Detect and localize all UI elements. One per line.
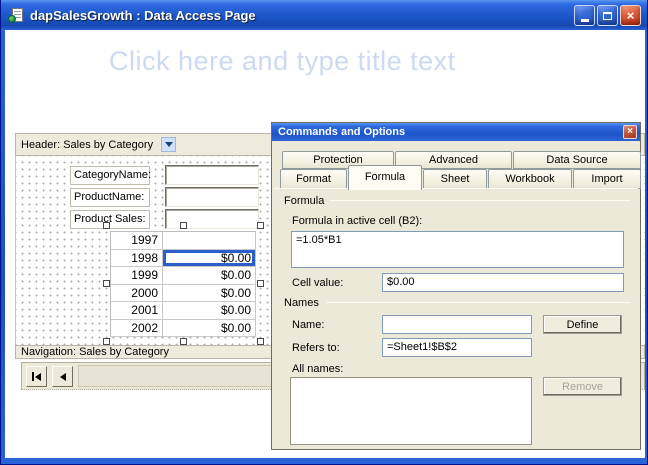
productname-input[interactable] xyxy=(165,187,259,207)
tab-workbook[interactable]: Workbook xyxy=(488,169,572,189)
grid-cell-year[interactable]: 2000 xyxy=(111,285,163,303)
window-title: dapSalesGrowth : Data Access Page xyxy=(30,8,256,23)
grid-cell-value[interactable]: $0.00 xyxy=(163,267,256,285)
spreadsheet-grid: 1997 1998 $0.00 1999 $0.00 2000 $0.00 20… xyxy=(110,231,256,337)
remove-button[interactable]: Remove xyxy=(543,377,622,396)
grid-cell-year[interactable]: 1997 xyxy=(111,232,163,250)
grid-active-cell[interactable]: $0.00 xyxy=(163,250,256,268)
window-titlebar[interactable]: dapSalesGrowth : Data Access Page × xyxy=(1,0,648,30)
cell-value-input[interactable]: $0.00 xyxy=(382,273,624,292)
all-names-label: All names: xyxy=(292,363,343,375)
grid-cell-value[interactable]: $0.00 xyxy=(163,302,256,320)
cell-value-label: Cell value: xyxy=(292,277,343,289)
tab-import[interactable]: Import xyxy=(573,169,641,189)
tab-format[interactable]: Format xyxy=(280,169,347,189)
refers-to-label: Refers to: xyxy=(292,342,340,354)
selection-handle[interactable] xyxy=(103,280,110,287)
names-group-label: Names xyxy=(284,297,319,309)
grid-cell-year[interactable]: 1998 xyxy=(111,250,163,268)
tab-sheet[interactable]: Sheet xyxy=(423,169,487,189)
selection-handle[interactable] xyxy=(180,338,187,345)
grid-cell-year[interactable]: 1999 xyxy=(111,267,163,285)
productsales-label[interactable]: Product Sales: xyxy=(70,210,150,229)
names-group-rule xyxy=(326,302,630,303)
selection-handle[interactable] xyxy=(257,338,264,345)
chevron-down-icon xyxy=(165,142,173,147)
tab-formula[interactable]: Formula xyxy=(348,165,422,190)
formula-in-cell-label: Formula in active cell (B2): xyxy=(292,215,422,227)
dialog-titlebar[interactable]: Commands and Options xyxy=(272,123,640,141)
data-access-page-icon xyxy=(8,7,24,23)
previous-record-icon xyxy=(60,373,66,381)
selection-handle[interactable] xyxy=(103,222,110,229)
grid-cell-value[interactable]: $0.00 xyxy=(163,285,256,303)
grid-cell-value[interactable]: $0.00 xyxy=(163,320,256,338)
selection-handle[interactable] xyxy=(257,222,264,229)
grid-cell-year[interactable]: 2002 xyxy=(111,320,163,338)
dialog-close-button[interactable]: × xyxy=(623,125,637,139)
previous-record-button[interactable] xyxy=(52,366,73,387)
first-record-button[interactable] xyxy=(26,366,47,387)
define-button[interactable]: Define xyxy=(543,315,622,334)
tab-data-source[interactable]: Data Source xyxy=(513,151,641,169)
header-section-label: Header: Sales by Category xyxy=(21,139,153,151)
name-input[interactable] xyxy=(382,315,532,334)
grid-cell-value[interactable] xyxy=(163,232,256,250)
minimize-button[interactable] xyxy=(574,5,595,26)
selection-handle[interactable] xyxy=(180,222,187,229)
section-dropdown-button[interactable] xyxy=(161,137,176,152)
page-title-placeholder[interactable]: Click here and type title text xyxy=(109,46,456,77)
close-button[interactable]: × xyxy=(620,5,641,26)
name-label: Name: xyxy=(292,319,324,331)
categoryname-input[interactable] xyxy=(165,165,259,185)
categoryname-label[interactable]: CategoryName: xyxy=(70,166,150,185)
all-names-listbox[interactable] xyxy=(290,377,532,445)
productname-label[interactable]: ProductName: xyxy=(70,188,150,207)
formula-group-rule xyxy=(330,200,630,201)
refers-to-input[interactable]: =Sheet1!$B$2 xyxy=(382,338,532,357)
maximize-button[interactable] xyxy=(597,5,618,26)
formula-group-label: Formula xyxy=(284,195,324,207)
commands-and-options-dialog: Commands and Options × Protection Advanc… xyxy=(271,122,641,450)
selection-handle[interactable] xyxy=(257,280,264,287)
formula-input[interactable]: =1.05*B1 xyxy=(291,231,624,268)
grid-cell-year[interactable]: 2001 xyxy=(111,302,163,320)
access-window: dapSalesGrowth : Data Access Page × Clic… xyxy=(0,0,648,465)
selection-handle[interactable] xyxy=(103,338,110,345)
first-record-icon xyxy=(32,372,34,381)
page-design-surface: Click here and type title text Header: S… xyxy=(5,30,645,458)
